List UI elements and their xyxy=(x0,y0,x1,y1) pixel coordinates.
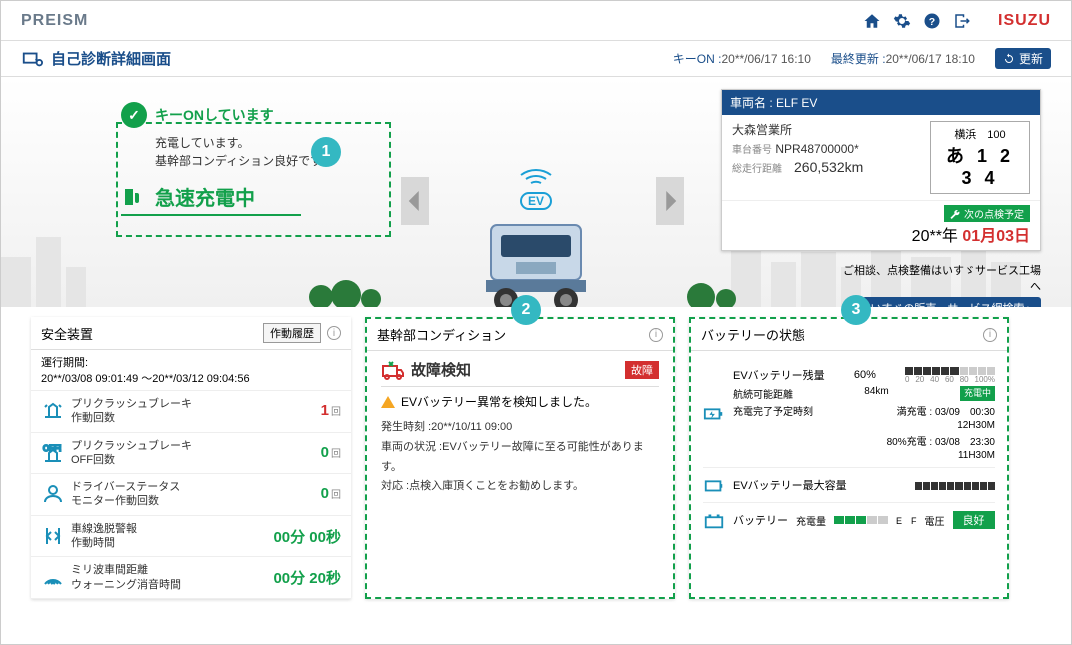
safety-item-icon: OFF! xyxy=(41,441,65,465)
aux-charge-label: 充電量 xyxy=(796,513,826,528)
key-on-status: ✓ キーONしています xyxy=(121,102,381,128)
truck-illustration: EV xyxy=(461,157,611,307)
chevron-left-icon xyxy=(408,191,422,211)
range-value: 84km xyxy=(864,386,888,401)
aux-label: バッテリー xyxy=(733,512,788,528)
period-value: 20**/03/08 09:01:49 ～20**/03/12 09:04:56 xyxy=(41,370,341,386)
info-icon[interactable]: i xyxy=(983,328,997,342)
battery-panel: バッテリーの状態 i EVバッテリー残量 60% 020406080100% 航… xyxy=(689,317,1009,599)
status-line-2: 基幹部コンディション良好です。 xyxy=(155,152,381,170)
consult-text: ご相談、点検整備はいすゞサービス工場へ xyxy=(841,262,1041,294)
callout-1: 1 xyxy=(311,137,341,167)
callout-3: 3 xyxy=(841,295,871,325)
dealer-search-button[interactable]: いすゞの販売・サービス網検索 ▸ xyxy=(862,297,1041,307)
logo-isuzu: ISUZU xyxy=(998,12,1051,30)
safety-row: ドライバーステータスモニター作動回数0回 xyxy=(31,474,351,516)
updated-time: 20**/06/17 18:10 xyxy=(886,52,975,66)
safety-item-icon xyxy=(41,399,65,423)
safety-item-icon xyxy=(41,482,65,506)
eta-label: 充電完了予定時刻 xyxy=(733,403,813,418)
logo-preism: PREISM xyxy=(21,12,88,30)
next-inspection-tag: 次の点検予定 xyxy=(944,205,1030,222)
ev-soc-label: EVバッテリー残量 xyxy=(733,367,825,383)
key-on-label: キーON : xyxy=(673,52,722,66)
sched-year: 20**年 xyxy=(912,228,958,245)
safety-title: 安全装置 xyxy=(41,324,93,343)
info-icon[interactable]: i xyxy=(649,328,663,342)
fault-detect-title: 故障検知 xyxy=(381,359,471,380)
chassis-number: NPR48700000* xyxy=(775,142,858,156)
aux-battery-icon xyxy=(703,509,725,531)
diagnosis-icon xyxy=(21,48,43,70)
check-icon: ✓ xyxy=(121,102,147,128)
prev-vehicle-button[interactable] xyxy=(401,177,429,225)
charge-state: 急速充電中 xyxy=(121,182,301,216)
ev-badge: EV xyxy=(520,192,552,210)
safety-panel: 安全装置 作動履歴 i 運行期間: 20**/03/08 09:01:49 ～2… xyxy=(31,317,351,599)
logout-icon[interactable] xyxy=(953,12,971,30)
safety-row: 車線逸脱警報作動時間00分 00秒 xyxy=(31,516,351,558)
period-label: 運行期間: xyxy=(41,354,341,370)
ev-battery-icon xyxy=(703,365,725,461)
page-title: 自己診断詳細画面 xyxy=(21,48,171,70)
updated-label: 最終更新 : xyxy=(831,52,886,66)
ev-soc-value: 60% xyxy=(854,369,876,381)
gear-icon[interactable] xyxy=(893,12,911,30)
refresh-button[interactable]: 更新 xyxy=(995,48,1051,69)
vehicle-info-card: 車両名 : ELF EV 大森営業所 車台番号 NPR48700000* 総走行… xyxy=(721,89,1041,251)
safety-item-icon xyxy=(41,566,65,590)
safety-item-icon xyxy=(41,524,65,548)
truck-fault-icon xyxy=(381,360,405,380)
info-icon[interactable]: i xyxy=(327,326,341,340)
vehicle-name: ELF EV xyxy=(776,96,817,110)
battery-cap-icon xyxy=(703,474,725,496)
chevron-right-icon xyxy=(663,191,677,211)
odo-label: 総走行距離 xyxy=(732,164,782,175)
range-label: 航続可能距離 xyxy=(733,386,793,401)
callout-2: 2 xyxy=(511,295,541,325)
refresh-icon xyxy=(1003,53,1015,65)
license-plate: 横浜 100 あ 1 2 3 4 xyxy=(930,121,1030,194)
pump-icon xyxy=(121,185,145,209)
aux-charge-gauge xyxy=(834,516,888,524)
home-icon[interactable] xyxy=(863,12,881,30)
fault-badge: 故障 xyxy=(625,361,659,379)
safety-row: OFF!プリクラッシュブレーキOFF回数0回 xyxy=(31,433,351,475)
aux-volt-label: 電圧 xyxy=(925,513,945,528)
truck-icon xyxy=(466,210,606,307)
sched-md: 01月03日 xyxy=(962,228,1030,245)
condition-title: 基幹部コンディション xyxy=(377,325,506,344)
chassis-label: 車台番号 xyxy=(732,145,772,156)
vehicle-office: 大森営業所 xyxy=(732,121,863,138)
battery-title: バッテリーの状態 xyxy=(701,325,805,344)
charging-badge: 充電中 xyxy=(960,386,995,401)
help-icon[interactable]: ? xyxy=(923,12,941,30)
warning-icon xyxy=(381,396,395,408)
history-button[interactable]: 作動履歴 xyxy=(263,323,321,343)
status-line-1: 充電しています。 xyxy=(155,134,381,152)
cap-label: EVバッテリー最大容量 xyxy=(733,477,847,493)
key-on-time: 20**/06/17 16:10 xyxy=(721,52,810,66)
safety-row: プリクラッシュブレーキ作動回数1回 xyxy=(31,391,351,433)
condition-panel: 基幹部コンディション i 故障検知 故障 EVバッテリー異常を検知しました。 発… xyxy=(365,317,675,599)
safety-row: ミリ波車間距離ウォーニング消音時間00分 20秒 xyxy=(31,557,351,599)
next-vehicle-button[interactable] xyxy=(656,177,684,225)
wifi-icon xyxy=(516,157,556,187)
wrench-icon xyxy=(950,209,960,219)
svg-text:?: ? xyxy=(929,15,935,27)
aux-status: 良好 xyxy=(953,511,995,529)
warning-message: EVバッテリー異常を検知しました。 xyxy=(381,393,659,410)
odo-value: 260,532km xyxy=(794,159,863,175)
vehicle-name-label: 車両名 : xyxy=(730,96,773,110)
